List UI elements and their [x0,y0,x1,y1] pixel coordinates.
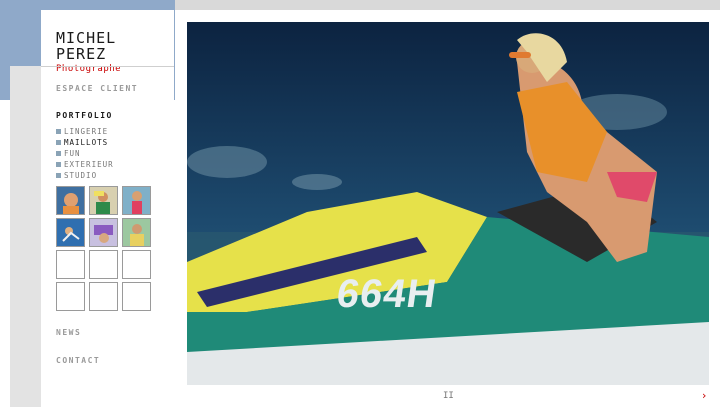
bullet-icon [56,162,61,167]
thumbnail-5[interactable] [89,218,118,247]
featured-photo: 664H [187,22,709,385]
thumbnail-3[interactable] [122,186,151,215]
nav-portfolio[interactable]: PORTFOLIO [56,111,113,120]
thumbnail-2[interactable] [89,186,118,215]
thumbnail-6[interactable] [122,218,151,247]
sidebar: MICHEL PEREZ Photographe ESPACE CLIENT P… [41,10,174,387]
submenu-item-fun[interactable]: FUN [56,148,114,159]
thumbnail-empty [89,250,118,279]
nav-contact[interactable]: CONTACT [56,356,100,365]
submenu-item-studio[interactable]: STUDIO [56,170,114,181]
bullet-icon [56,173,61,178]
brand-name: MICHEL PEREZ [56,29,117,63]
nav-espace-client[interactable]: ESPACE CLIENT [56,84,138,93]
submenu-item-label: MAILLOTS [64,138,109,147]
next-arrow-icon[interactable]: › [702,389,706,402]
bullet-icon [56,151,61,156]
thumbnail-grid [56,186,151,311]
thumbnail-1[interactable] [56,186,85,215]
background-top-band [175,0,720,10]
submenu-item-label: FUN [64,149,81,158]
thumbnail-empty [122,282,151,311]
thumbnail-empty [89,282,118,311]
thumbnail-empty [56,282,85,311]
submenu-item-label: EXTERIEUR [64,160,114,169]
thumbnail-empty [56,250,85,279]
logo-divider [41,66,174,67]
pause-button[interactable]: II [443,391,454,401]
submenu-item-lingerie[interactable]: LINGERIE [56,126,114,137]
submenu-item-exterieur[interactable]: EXTERIEUR [56,159,114,170]
thumbnail-4[interactable] [56,218,85,247]
site-logo[interactable]: MICHEL PEREZ Photographe [56,30,174,74]
submenu-item-label: LINGERIE [64,127,109,136]
bullet-icon [56,140,61,145]
submenu-item-label: STUDIO [64,171,98,180]
hull-number: 664H [333,272,440,316]
background-left-band [10,66,41,407]
portfolio-submenu: LINGERIE MAILLOTS FUN EXTERIEUR STUDIO [56,126,114,181]
bullet-icon [56,129,61,134]
nav-news[interactable]: NEWS [56,328,81,337]
submenu-item-maillots[interactable]: MAILLOTS [56,137,114,148]
thumbnail-empty [122,250,151,279]
